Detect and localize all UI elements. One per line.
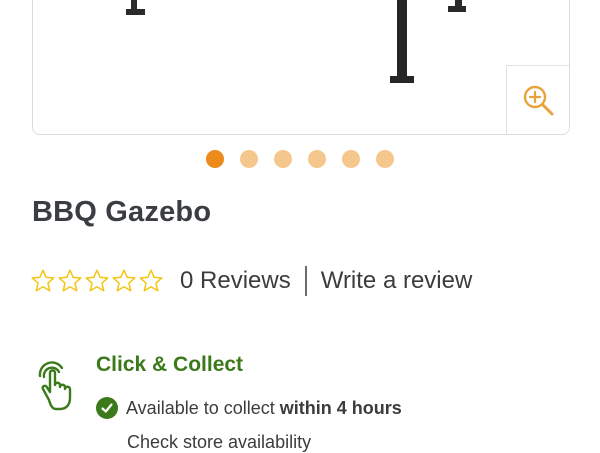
write-review-link[interactable]: Write a review xyxy=(321,267,473,295)
click-collect-title: Click & Collect xyxy=(96,353,244,376)
star-outline-icon xyxy=(58,269,82,292)
zoom-in-icon xyxy=(523,85,554,116)
product-image-carousel[interactable] xyxy=(32,0,570,135)
availability-prefix: Available to collect xyxy=(126,397,275,418)
tap-hand-icon xyxy=(38,361,72,411)
check-circle-icon xyxy=(96,397,118,419)
carousel-dot-3[interactable] xyxy=(274,150,292,168)
zoom-button[interactable] xyxy=(506,65,569,134)
carousel-dot-4[interactable] xyxy=(308,150,326,168)
carousel-dot-6[interactable] xyxy=(376,150,394,168)
star-outline-icon xyxy=(139,269,163,292)
star-outline-icon xyxy=(31,269,55,292)
carousel-dot-2[interactable] xyxy=(240,150,258,168)
rating-row: 0 Reviews Write a review xyxy=(30,262,472,300)
carousel-dot-5[interactable] xyxy=(342,150,360,168)
star-outline-icon xyxy=(112,269,136,292)
product-title: BBQ Gazebo xyxy=(32,196,212,228)
divider xyxy=(304,266,307,296)
product-image xyxy=(126,0,466,83)
reviews-count-link[interactable]: 0 Reviews xyxy=(180,267,291,295)
star-outline-icon xyxy=(85,269,109,292)
availability-row: Available to collect within 4 hours xyxy=(96,397,402,419)
carousel-dot-1[interactable] xyxy=(206,150,224,168)
star-rating[interactable] xyxy=(30,268,164,294)
availability-time: within 4 hours xyxy=(279,397,402,418)
carousel-dots xyxy=(0,150,600,168)
